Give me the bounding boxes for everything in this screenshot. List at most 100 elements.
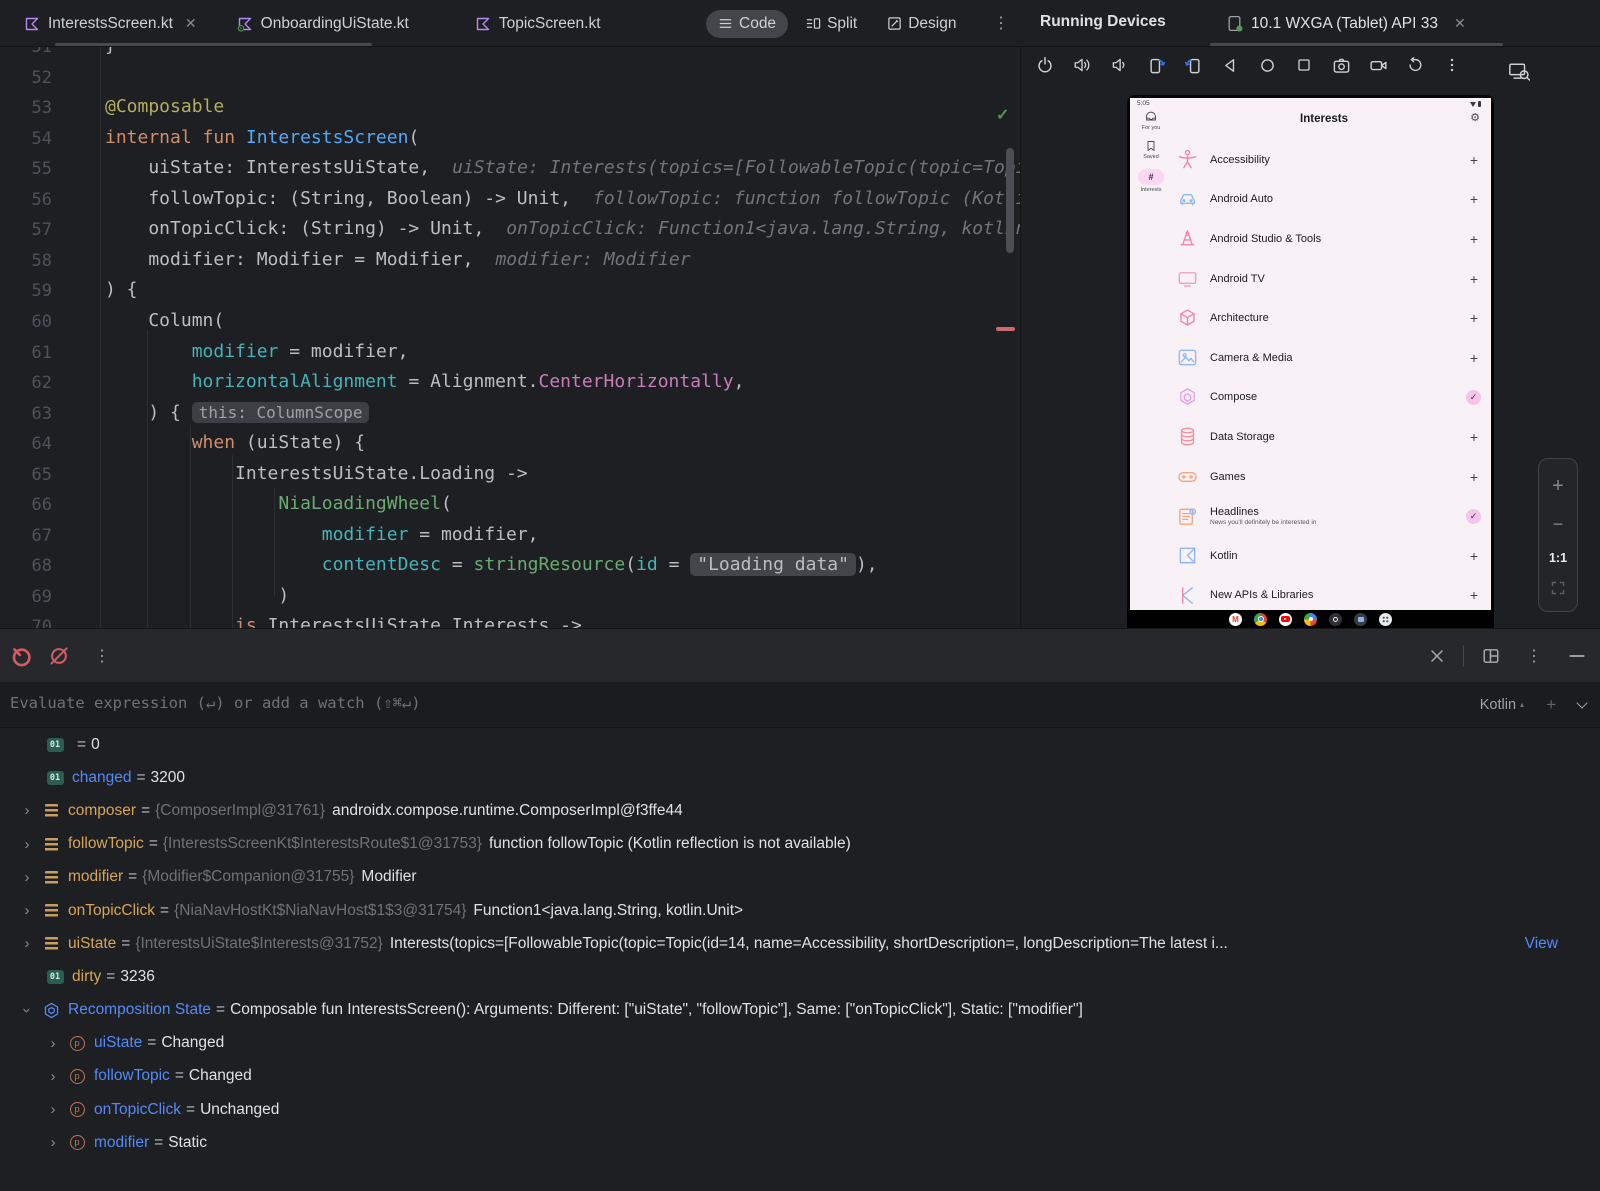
code-area[interactable]: }@Composableinternal fun InterestsScreen… [105, 47, 1020, 628]
more-icon[interactable] [1442, 55, 1462, 75]
code-line[interactable]: ) { [105, 279, 138, 300]
code-line[interactable]: Column( [105, 310, 224, 331]
add-watch-icon[interactable]: + [1546, 695, 1556, 715]
topic-row-kotlin[interactable]: Kotlin+ [1174, 536, 1491, 576]
emulator-screen[interactable]: 5:05 Interests ⚙ For youSaved#Interests … [1130, 98, 1491, 610]
followed-check-icon[interactable]: ✓ [1466, 509, 1481, 524]
editor-tab-interestsscreen-kt[interactable]: InterestsScreen.kt✕ [10, 0, 211, 47]
panel-options-kebab-icon[interactable]: ⋮ [1518, 646, 1550, 666]
watch-row-followTopic[interactable]: ›followTopic={InterestsScreenKt$Interest… [0, 828, 1600, 861]
code-line[interactable]: followTopic: (String, Boolean) -> Unit,f… [105, 188, 1020, 209]
watch-row-uiState[interactable]: ›puiState=Changed [0, 1027, 1600, 1060]
topic-row-android-studio-tools[interactable]: Android Studio & Tools+ [1174, 219, 1491, 259]
topic-row-accessibility[interactable]: Accessibility+ [1174, 140, 1491, 180]
zoom-fit-button[interactable] [1551, 581, 1565, 595]
watch-row-composer[interactable]: ›composer={ComposerImpl@31761}androidx.c… [0, 794, 1600, 827]
watch-row-changed[interactable]: 01changed=3200 [0, 761, 1600, 794]
followed-check-icon[interactable]: ✓ [1466, 390, 1481, 405]
editor-tab-onboardinguistate-kt[interactable]: OnboardingUiState.kt [223, 0, 423, 47]
expander-collapsed-icon[interactable]: › [14, 902, 40, 919]
code-line[interactable]: modifier: Modifier = Modifier,modifier: … [105, 249, 691, 270]
nav-rail-item-interests[interactable]: #Interests [1138, 169, 1164, 193]
editor-scrollbar[interactable] [1006, 148, 1014, 253]
editor-tab-topicscreen-kt[interactable]: TopicScreen.kt [461, 0, 615, 47]
hide-panel-icon[interactable] [1568, 647, 1586, 665]
youtube-icon[interactable] [1279, 613, 1292, 626]
debug-more-options-kebab-icon[interactable]: ⋮ [86, 646, 118, 666]
code-line[interactable]: NiaLoadingWheel( [105, 493, 452, 514]
rotate-left-icon[interactable] [1146, 55, 1166, 75]
topic-row-games[interactable]: Games+ [1174, 457, 1491, 497]
rotate-right-icon[interactable] [1183, 55, 1203, 75]
overview-icon[interactable] [1294, 55, 1314, 75]
code-line[interactable]: internal fun InterestsScreen( [105, 127, 419, 148]
expander-expanded-icon[interactable]: › [19, 997, 36, 1023]
follow-plus-icon[interactable]: + [1466, 350, 1482, 366]
device-tabs-scrollbar[interactable] [1210, 43, 1503, 46]
inspection-ok-icon[interactable]: ✓ [996, 105, 1009, 125]
photos-icon[interactable] [1304, 613, 1317, 626]
editor-options-kebab-icon[interactable]: ⋮ [985, 13, 1017, 33]
follow-plus-icon[interactable]: + [1466, 548, 1482, 564]
follow-plus-icon[interactable]: + [1466, 152, 1482, 168]
expander-collapsed-icon[interactable]: › [40, 1134, 66, 1151]
code-line[interactable]: onTopicClick: (String) -> Unit,onTopicCl… [105, 218, 1020, 239]
evaluate-expression-bar[interactable]: Evaluate expression (↵) or add a watch (… [0, 682, 1600, 728]
code-line[interactable]: modifier = modifier, [105, 341, 408, 362]
files-app-icon[interactable] [1354, 613, 1367, 626]
code-editor[interactable]: 5152535455565758596061626364656667686970… [0, 47, 1020, 628]
code-line[interactable]: uiState: InterestsUiState,uiState: Inter… [105, 157, 1020, 178]
watch-row-modifier[interactable]: ›modifier={Modifier$Companion@31755}Modi… [0, 861, 1600, 894]
nav-rail-item-saved[interactable]: Saved [1143, 140, 1159, 160]
all-apps-icon[interactable] [1379, 613, 1392, 626]
zoom-in-button[interactable]: + [1552, 475, 1564, 498]
code-line[interactable]: is InterestsUiState.Interests -> [105, 615, 582, 628]
follow-plus-icon[interactable]: + [1466, 191, 1482, 207]
expression-language-dropdown[interactable]: Kotlin ▴ [1480, 697, 1524, 713]
power-icon[interactable] [1035, 55, 1055, 75]
expander-collapsed-icon[interactable]: › [14, 869, 40, 886]
editor-tabs-scrollbar[interactable] [55, 43, 372, 46]
breakpoint-icon[interactable] [10, 645, 32, 667]
find-on-screen-icon[interactable] [1508, 61, 1530, 81]
chrome-icon[interactable] [1254, 613, 1267, 626]
topic-row-architecture[interactable]: Architecture+ [1174, 298, 1491, 338]
layout-settings-icon[interactable] [1482, 647, 1500, 665]
code-line[interactable]: } [105, 47, 116, 56]
code-line[interactable]: ) { this: ColumnScope [105, 402, 369, 423]
expander-collapsed-icon[interactable]: › [14, 802, 40, 819]
emulator-display[interactable]: 5:05 Interests ⚙ For youSaved#Interests … [1127, 95, 1494, 628]
topic-row-android-tv[interactable]: Android TV+ [1174, 259, 1491, 299]
topic-row-headlines[interactable]: HeadlinesNews you'll definitely be inter… [1174, 496, 1491, 536]
expander-collapsed-icon[interactable]: › [14, 935, 40, 952]
screenshot-icon[interactable] [1331, 55, 1351, 75]
volume-down-icon[interactable] [1109, 55, 1129, 75]
mute-breakpoints-icon[interactable] [48, 645, 70, 667]
watch-row-dirty[interactable]: 01dirty=3236 [0, 960, 1600, 993]
view-mode-split-button[interactable]: Split [794, 10, 869, 38]
expander-collapsed-icon[interactable]: › [40, 1035, 66, 1052]
follow-plus-icon[interactable]: + [1466, 469, 1482, 485]
settings-gear-icon[interactable]: ⚙ [1470, 111, 1480, 124]
topic-row-compose[interactable]: Compose✓ [1174, 378, 1491, 418]
topic-row-android-auto[interactable]: Android Auto+ [1174, 180, 1491, 220]
topic-row-camera-media[interactable]: Camera & Media+ [1174, 338, 1491, 378]
expander-collapsed-icon[interactable]: › [40, 1101, 66, 1118]
watch-row-followTopic[interactable]: ›pfollowTopic=Changed [0, 1060, 1600, 1093]
code-line[interactable]: modifier = modifier, [105, 524, 539, 545]
nav-rail-item-for-you[interactable]: For you [1142, 111, 1161, 131]
expander-collapsed-icon[interactable]: › [14, 836, 40, 853]
watch-row-unnamed[interactable]: 01=0 [0, 728, 1600, 761]
zoom-out-button[interactable]: − [1553, 514, 1564, 535]
zoom-actual-size-button[interactable]: 1:1 [1549, 551, 1567, 565]
code-line[interactable]: horizontalAlignment = Alignment.CenterHo… [105, 371, 744, 392]
gmail-icon[interactable]: M [1229, 613, 1242, 626]
code-line[interactable]: when (uiState) { [105, 432, 365, 453]
device-tab-close-icon[interactable]: ✕ [1454, 15, 1466, 32]
follow-plus-icon[interactable]: + [1466, 587, 1482, 603]
watch-row-Recomposition State[interactable]: ›Recomposition State=Composable fun Inte… [0, 994, 1600, 1027]
watch-row-onTopicClick[interactable]: ›ponTopicClick=Unchanged [0, 1093, 1600, 1126]
follow-plus-icon[interactable]: + [1466, 310, 1482, 326]
screen-record-icon[interactable] [1368, 55, 1388, 75]
home-icon[interactable] [1257, 55, 1277, 75]
